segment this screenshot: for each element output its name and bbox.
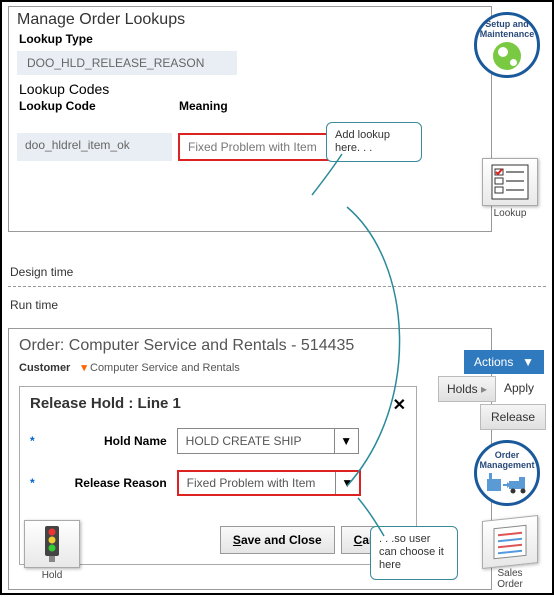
gear-icon xyxy=(493,42,521,70)
hold-name-label: Hold Name xyxy=(39,434,167,448)
column-headers: Lookup Code Meaning xyxy=(9,99,491,113)
customer-label: Customer xyxy=(19,362,70,374)
dialog-buttons: Save and Close Cancel xyxy=(30,526,406,554)
release-reason-row: * Release Reason Fixed Problem with Item… xyxy=(30,470,406,496)
lookup-type-label: Lookup Type xyxy=(9,31,491,47)
release-reason-select[interactable]: Fixed Problem with Item ▼ xyxy=(177,470,361,496)
document-icon xyxy=(482,515,538,569)
col-meaning: Meaning xyxy=(179,99,228,113)
hold-name-value: HOLD CREATE SHIP xyxy=(178,434,334,448)
release-reason-label: Release Reason xyxy=(39,476,167,490)
required-icon: * xyxy=(30,476,35,490)
dialog-title: Release Hold : Line 1 xyxy=(30,395,406,412)
callout-user-choose: . . .so user can choose it here xyxy=(370,526,458,580)
lookup-codes-header: Lookup Codes xyxy=(9,79,491,97)
customer-line: Customer ▾ Computer Service and Rentals xyxy=(9,359,491,382)
factory-truck-icon xyxy=(485,471,529,495)
close-icon[interactable]: ✕ xyxy=(393,395,406,415)
chevron-right-icon: ▸ xyxy=(481,382,487,396)
flag-icon: ▾ xyxy=(81,362,87,374)
release-button[interactable]: Release xyxy=(480,404,546,430)
tile-label: Lookup xyxy=(482,208,538,219)
save-close-button[interactable]: Save and Close xyxy=(220,526,335,554)
chevron-down-icon: ▼ xyxy=(334,429,358,453)
badge-line: Management xyxy=(479,461,534,471)
badge-line: Maintenance xyxy=(480,30,535,40)
manage-lookups-panel: Manage Order Lookups Lookup Type DOO_HLD… xyxy=(8,6,492,232)
sales-order-tile[interactable]: Sales Order xyxy=(482,518,538,590)
tile-label: Hold xyxy=(24,570,80,581)
setup-maintenance-badge: Setup and Maintenance xyxy=(474,12,540,78)
lookup-type-value[interactable]: DOO_HLD_RELEASE_REASON xyxy=(17,51,237,75)
run-time-label: Run time xyxy=(10,298,58,312)
callout-add-lookup: Add lookup here. . . xyxy=(326,122,422,162)
design-time-label: Design time xyxy=(10,265,73,279)
tile-label: Sales xyxy=(482,568,538,579)
checklist-icon xyxy=(482,158,538,206)
required-icon: * xyxy=(30,434,35,448)
release-reason-value: Fixed Problem with Item xyxy=(179,476,335,490)
chevron-down-icon: ▼ xyxy=(522,355,534,369)
order-management-badge: Order Management xyxy=(474,440,540,506)
apply-button[interactable]: Apply xyxy=(494,376,544,400)
lookup-code-cell[interactable]: doo_hldrel_item_ok xyxy=(17,133,172,161)
meaning-cell[interactable]: Fixed Problem with Item xyxy=(178,133,348,161)
hold-name-row: * Hold Name HOLD CREATE SHIP ▼ xyxy=(30,428,406,454)
chevron-down-icon: ▼ xyxy=(335,472,359,494)
actions-label: Actions xyxy=(474,355,513,369)
hold-tile[interactable]: Hold xyxy=(24,520,80,581)
tile-label: Order xyxy=(482,579,538,590)
customer-value: Computer Service and Rentals xyxy=(90,362,240,374)
actions-button[interactable]: Actions ▼ xyxy=(464,350,544,374)
hold-name-select[interactable]: HOLD CREATE SHIP ▼ xyxy=(177,428,359,454)
divider xyxy=(8,286,546,287)
col-lookup-code: Lookup Code xyxy=(19,99,179,113)
order-title: Order: Computer Service and Rentals - 51… xyxy=(9,329,491,359)
page-title: Manage Order Lookups xyxy=(9,7,491,31)
traffic-light-icon xyxy=(24,520,80,568)
lookup-tile[interactable]: Lookup xyxy=(482,158,538,219)
holds-button[interactable]: Holds ▸ xyxy=(438,376,496,402)
